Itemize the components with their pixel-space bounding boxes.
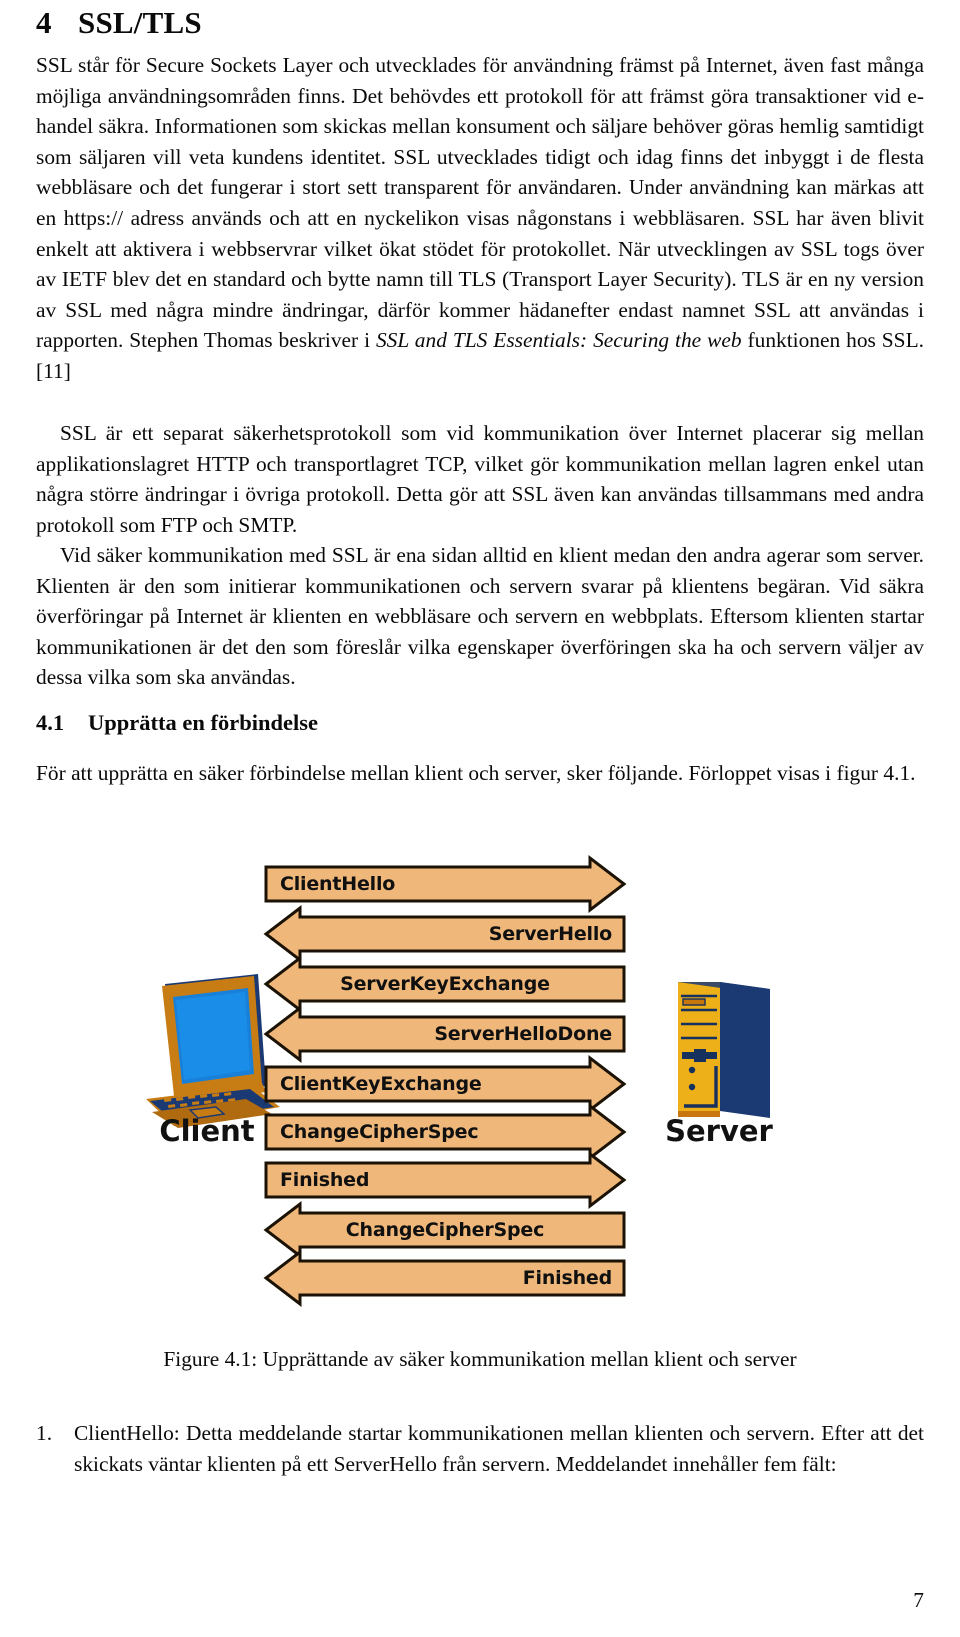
client-label: Client (159, 1114, 255, 1148)
message-arrow-changecipherspec-5: ChangeCipherSpec (264, 1102, 627, 1162)
paragraph-client-server-roles: Vid säker kommunikation med SSL är ena s… (36, 543, 924, 690)
section-number: 4 (36, 5, 52, 40)
message-arrow-clienthello-0: ClientHello (264, 854, 627, 914)
message-arrow-label: ServerHello (488, 923, 612, 945)
section-title: SSL/TLS (78, 5, 202, 40)
message-arrow-label: Finished (280, 1169, 370, 1191)
document-page: 4 SSL/TLS SSL står för Secure Sockets Lay… (0, 0, 960, 1637)
message-arrow-label: ServerHelloDone (434, 1023, 612, 1045)
message-arrow-label: ClientHello (280, 873, 396, 895)
paragraph-intro-text: SSL står för Secure Sockets Layer och ut… (36, 53, 924, 353)
paragraph-subsection-intro: För att upprätta en säker förbindelse me… (36, 761, 916, 785)
message-arrow-finished-8: Finished (263, 1248, 626, 1308)
message-arrow-clientkeyexchange-4: ClientKeyExchange (264, 1054, 627, 1114)
laptop-icon (146, 974, 280, 1128)
message-arrow-serverhello-1: ServerHello (263, 904, 626, 964)
server-tower-icon (678, 982, 770, 1118)
figure-caption: Figure 4.1: Upprättande av säker kommuni… (163, 1347, 797, 1371)
paragraph-protocol-placement: SSL är ett separat säkerhetsprotokoll so… (36, 421, 924, 537)
paragraph-intro: SSL står för Secure Sockets Layer och ut… (36, 50, 924, 387)
subsection-number: 4.1 (36, 710, 65, 735)
message-arrow-label: ChangeCipherSpec (345, 1219, 545, 1241)
list-item: 1. ClientHello: Detta meddelande startar… (36, 1418, 924, 1479)
client-device: Client (132, 966, 282, 1148)
page-title: 4 SSL/TLS (36, 6, 202, 40)
message-arrow-label: ChangeCipherSpec (280, 1121, 479, 1143)
server-device: Server (644, 966, 794, 1148)
subsection-title: Upprätta en förbindelse (88, 710, 318, 735)
server-label: Server (665, 1114, 773, 1148)
list-item-text: ClientHello: Detta meddelande startar ko… (74, 1421, 924, 1476)
message-arrow-serverhellodone-3: ServerHelloDone (263, 1004, 626, 1064)
list-marker: 1. (36, 1421, 53, 1445)
page-number: 7 (913, 1588, 924, 1612)
handshake-figure: Client Server ClientHello ServerHello Se… (36, 838, 924, 1318)
message-arrow-finished-6: Finished (264, 1150, 627, 1210)
message-arrow-changecipherspec-7: ChangeCipherSpec (263, 1200, 626, 1260)
message-arrow-label: ServerKeyExchange (340, 973, 550, 995)
message-arrow-label: Finished (522, 1267, 612, 1289)
message-arrow-serverkeyexchange-2: ServerKeyExchange (263, 954, 626, 1014)
cited-book-title: SSL and TLS Essentials: Securing the web (375, 328, 742, 353)
message-arrow-label: ClientKeyExchange (280, 1073, 482, 1095)
subsection-heading: 4.1 Upprätta en förbindelse (36, 710, 924, 736)
